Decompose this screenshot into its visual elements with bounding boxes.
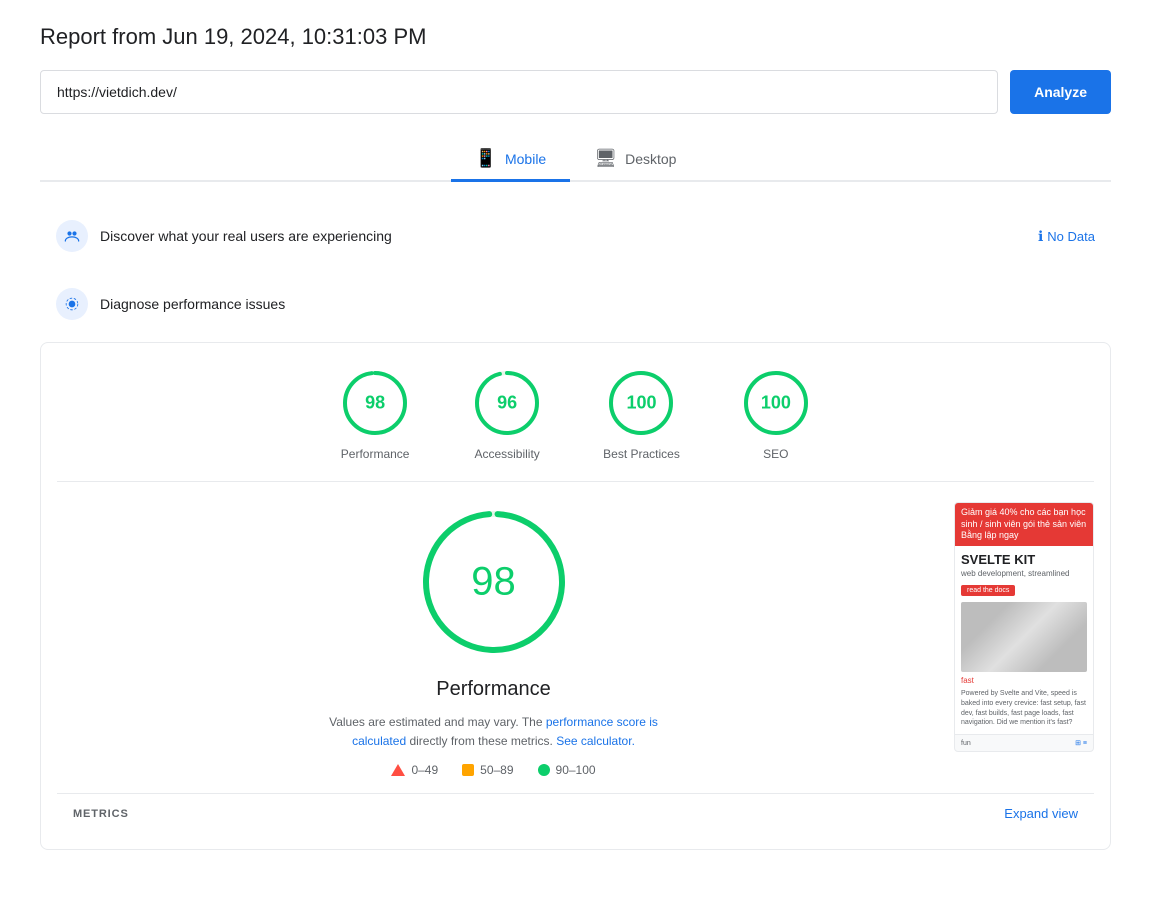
big-performance-score: 98 — [471, 560, 516, 605]
legend-mid: 50–89 — [462, 763, 513, 777]
real-users-text: Discover what your real users are experi… — [100, 228, 392, 244]
preview-body-text: Powered by Svelte and Vite, speed is bak… — [961, 689, 1087, 728]
url-bar-row: Analyze — [40, 70, 1111, 114]
tab-desktop-label: Desktop — [625, 151, 676, 167]
big-performance-circle: 98 — [414, 502, 574, 662]
performance-circle: 98 — [339, 367, 411, 439]
legend-square-icon — [462, 764, 474, 776]
preview-header: Giảm giá 40% cho các bạn học sinh / sinh… — [955, 503, 1093, 546]
metrics-header: METRICS Expand view — [57, 794, 1094, 833]
seo-circle: 100 — [740, 367, 812, 439]
desktop-icon: 🖥 — [594, 148, 617, 169]
legend-row: 0–49 50–89 90–100 — [391, 763, 595, 777]
perf-preview: Giảm giá 40% cho các bạn học sinh / sinh… — [954, 502, 1094, 752]
accessibility-score: 96 — [497, 393, 517, 414]
perf-title: Performance — [436, 678, 551, 701]
score-performance[interactable]: 98 Performance — [339, 367, 411, 461]
best-practices-circle: 100 — [605, 367, 677, 439]
seo-label: SEO — [763, 447, 788, 461]
preview-tag: fast — [961, 676, 1087, 685]
tab-desktop[interactable]: 🖥 Desktop — [570, 138, 700, 182]
analyze-button[interactable]: Analyze — [1010, 70, 1111, 114]
legend-low-label: 0–49 — [411, 763, 438, 777]
no-data-label[interactable]: No Data — [1047, 229, 1095, 244]
no-data-link[interactable]: ℹ No Data — [1038, 228, 1095, 245]
legend-high: 90–100 — [538, 763, 596, 777]
legend-triangle-icon — [391, 764, 405, 776]
report-title: Report from Jun 19, 2024, 10:31:03 PM — [40, 24, 1111, 50]
url-input[interactable] — [40, 70, 998, 114]
perf-section: 98 Performance Values are estimated and … — [57, 502, 1094, 777]
info-icon: ℹ — [1038, 228, 1043, 245]
preview-image — [961, 602, 1087, 672]
legend-low: 0–49 — [391, 763, 438, 777]
tabs-row: 📱 Mobile 🖥 Desktop — [40, 138, 1111, 182]
preview-card: Giảm giá 40% cho các bạn học sinh / sinh… — [954, 502, 1094, 752]
perf-calculator-link[interactable]: See calculator. — [556, 734, 635, 748]
preview-body: SVELTE KIT web development, streamlined … — [955, 546, 1093, 734]
score-accessibility[interactable]: 96 Accessibility — [471, 367, 543, 461]
diagnose-text: Diagnose performance issues — [100, 296, 285, 312]
scores-divider — [57, 481, 1094, 482]
scores-row: 98 Performance 96 Accessibility — [57, 367, 1094, 461]
real-users-left: Discover what your real users are experi… — [56, 220, 392, 252]
seo-score: 100 — [761, 393, 791, 414]
preview-cta: read the docs — [961, 585, 1015, 596]
accessibility-label: Accessibility — [474, 447, 539, 461]
tab-mobile-label: Mobile — [505, 151, 546, 167]
preview-site-title: SVELTE KIT — [961, 552, 1087, 567]
preview-footer-text: fun — [961, 740, 971, 747]
accessibility-circle: 96 — [471, 367, 543, 439]
preview-subtitle: web development, streamlined — [961, 569, 1087, 578]
expand-view-link[interactable]: Expand view — [1004, 806, 1078, 821]
diagnose-icon — [56, 288, 88, 320]
best-practices-label: Best Practices — [603, 447, 680, 461]
diagnose-banner: Diagnose performance issues — [40, 274, 1111, 334]
metrics-label: METRICS — [73, 808, 129, 820]
preview-footer: fun ⊞ ≡ — [955, 734, 1093, 751]
performance-label: Performance — [341, 447, 410, 461]
tab-mobile[interactable]: 📱 Mobile — [451, 138, 571, 182]
scores-card: 98 Performance 96 Accessibility — [40, 342, 1111, 850]
diagnose-left: Diagnose performance issues — [56, 288, 285, 320]
mobile-icon: 📱 — [475, 148, 497, 169]
real-users-icon — [56, 220, 88, 252]
best-practices-score: 100 — [626, 393, 656, 414]
perf-desc-prefix: Values are estimated and may vary. The — [329, 715, 542, 729]
score-best-practices[interactable]: 100 Best Practices — [603, 367, 680, 461]
legend-dot-icon — [538, 764, 550, 776]
legend-high-label: 90–100 — [556, 763, 596, 777]
preview-footer-icons: ⊞ ≡ — [1075, 739, 1087, 747]
real-users-banner: Discover what your real users are experi… — [40, 206, 1111, 266]
legend-mid-label: 50–89 — [480, 763, 513, 777]
perf-desc-mid: directly from these metrics. — [409, 734, 552, 748]
score-seo[interactable]: 100 SEO — [740, 367, 812, 461]
performance-score: 98 — [365, 393, 385, 414]
perf-desc: Values are estimated and may vary. The p… — [314, 713, 674, 751]
perf-left: 98 Performance Values are estimated and … — [57, 502, 930, 777]
